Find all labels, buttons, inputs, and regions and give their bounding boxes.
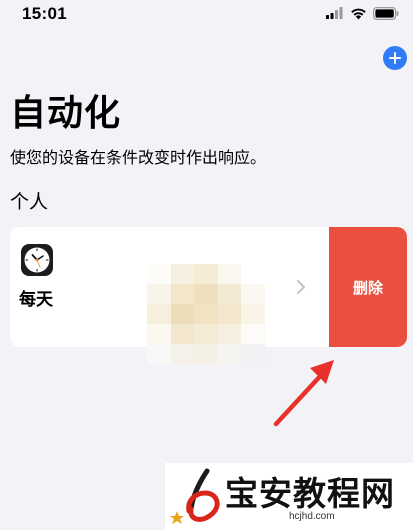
watermark: 宝安教程网 hcjhd.com bbox=[165, 463, 413, 530]
add-automation-button[interactable] bbox=[383, 46, 407, 70]
clock-icon bbox=[24, 247, 50, 273]
page-subtitle: 使您的设备在条件改变时作出响应。 bbox=[10, 148, 267, 167]
page-title: 自动化 bbox=[10, 93, 122, 134]
status-icons bbox=[326, 5, 399, 21]
watermark-url: hcjhd.com bbox=[289, 511, 335, 522]
plus-icon bbox=[389, 52, 401, 64]
watermark-name: 宝安教程网 bbox=[225, 474, 395, 513]
wifi-icon bbox=[351, 8, 366, 19]
section-title: 个人 bbox=[10, 191, 49, 213]
automation-label: 每天 bbox=[19, 290, 53, 310]
signal-icon bbox=[326, 7, 343, 19]
blurred-content bbox=[147, 264, 265, 364]
delete-button[interactable]: 删除 bbox=[329, 227, 407, 347]
clock-app-icon bbox=[21, 244, 53, 276]
battery-icon bbox=[373, 6, 399, 20]
watermark-logo-icon bbox=[170, 468, 220, 524]
chevron-right-icon bbox=[297, 280, 305, 294]
status-bar: 15:01 bbox=[0, 0, 413, 30]
status-time: 15:01 bbox=[22, 4, 67, 23]
annotation-arrow-icon bbox=[273, 360, 334, 427]
